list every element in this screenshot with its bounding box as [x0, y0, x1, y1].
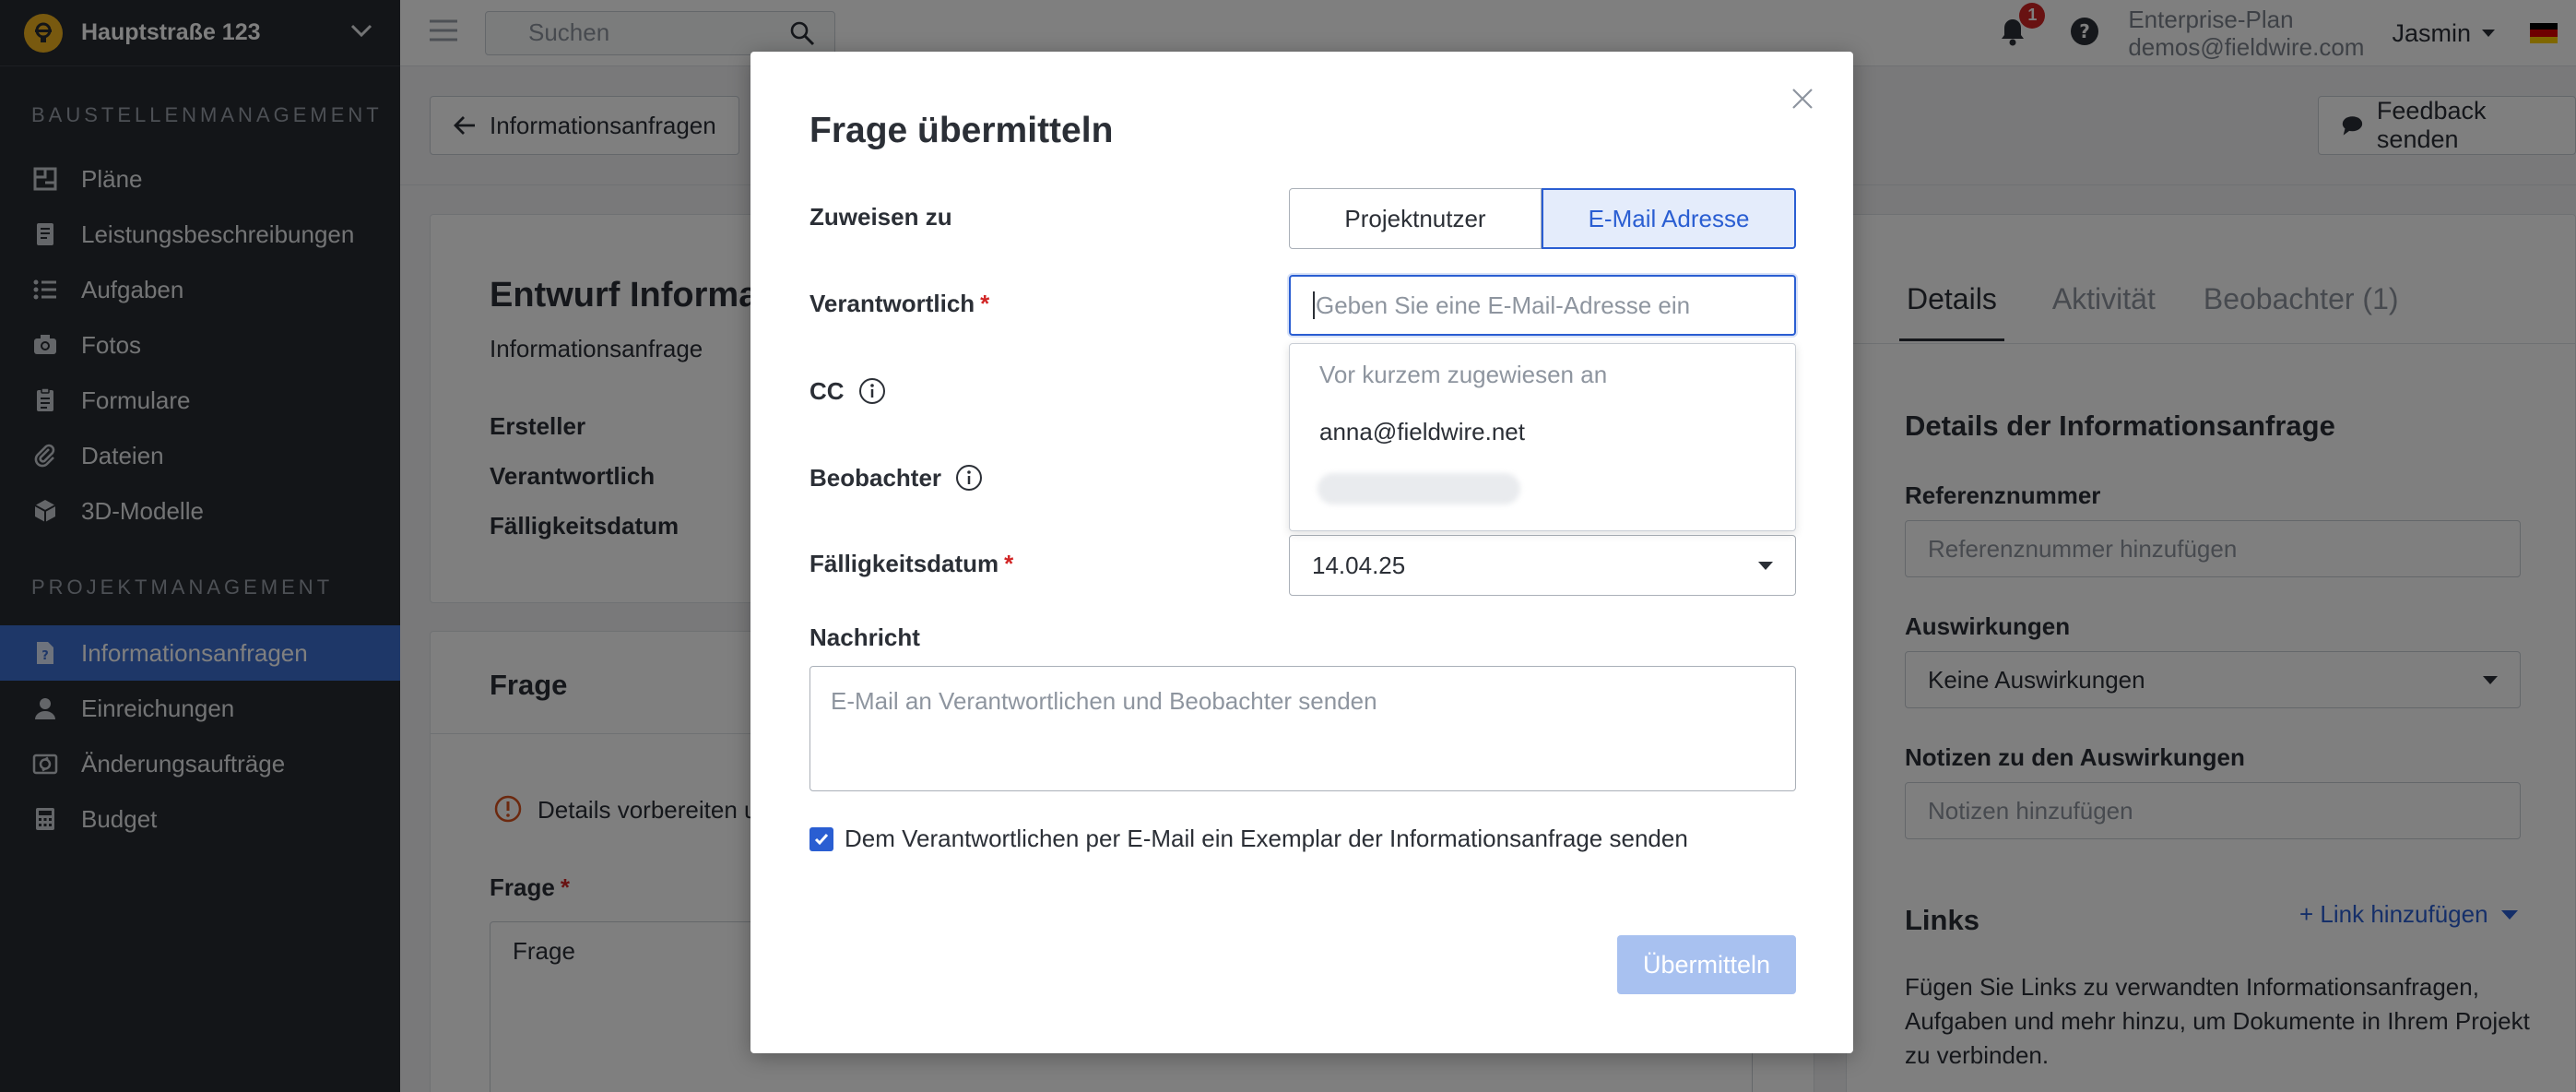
close-icon[interactable] [1789, 85, 1816, 113]
send-copy-checkbox-row[interactable]: Dem Verantwortlichen per E-Mail ein Exem… [809, 825, 1688, 853]
email-suggestions-dropdown: Vor kurzem zugewiesen an anna@fieldwire.… [1289, 343, 1796, 531]
suggestion-item-redacted[interactable] [1318, 473, 1520, 504]
message-textarea[interactable]: E-Mail an Verantwortlichen und Beobachte… [809, 666, 1796, 791]
dialog-title: Frage übermitteln [809, 111, 1114, 150]
send-copy-checkbox[interactable] [809, 826, 833, 851]
due-date-select[interactable]: 14.04.25 [1289, 535, 1796, 596]
assign-option-email[interactable]: E-Mail Adresse [1542, 188, 1796, 249]
cc-label: CC [809, 376, 887, 406]
suggestion-item[interactable]: anna@fieldwire.net [1319, 418, 1525, 446]
checkmark-icon [814, 833, 829, 845]
info-icon[interactable] [954, 463, 984, 493]
caret-down-icon [1758, 561, 1773, 570]
submit-button[interactable]: Übermitteln [1617, 935, 1796, 994]
suggestions-heading: Vor kurzem zugewiesen an [1319, 361, 1608, 388]
assign-toggle: Projektnutzer E-Mail Adresse [1289, 188, 1796, 249]
watchers-label: Beobachter [809, 463, 984, 493]
assign-label: Zuweisen zu [809, 203, 952, 231]
submit-question-dialog: Frage übermitteln Zuweisen zu Projektnut… [750, 52, 1853, 1053]
assign-option-project-user[interactable]: Projektnutzer [1289, 188, 1542, 249]
send-copy-label: Dem Verantwortlichen per E-Mail ein Exem… [845, 825, 1688, 852]
text-cursor [1313, 291, 1315, 319]
message-label: Nachricht [809, 623, 920, 651]
responsible-email-input[interactable]: Geben Sie eine E-Mail-Adresse ein [1289, 275, 1796, 336]
responsible-placeholder: Geben Sie eine E-Mail-Adresse ein [1316, 291, 1691, 319]
info-icon[interactable] [857, 376, 887, 406]
due-date-value: 14.04.25 [1312, 551, 1406, 579]
responsible-label: Verantwortlich * [809, 290, 990, 317]
due-date-label: Fälligkeitsdatum * [809, 550, 1014, 577]
